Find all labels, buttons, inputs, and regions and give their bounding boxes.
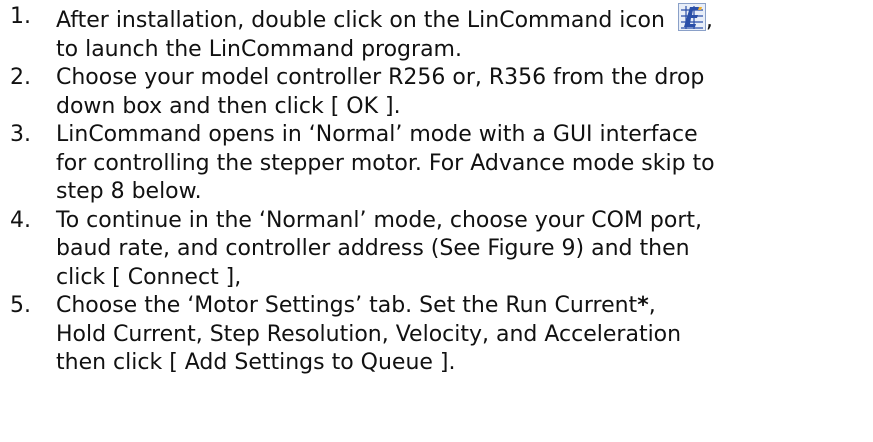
step-text-line: Hold Current, Step Resolution, Velocity,… (56, 321, 682, 347)
footnote-asterisk: * (637, 293, 649, 318)
document-page: 1. After installation, double click on t… (0, 0, 873, 442)
step-number: 1. (10, 4, 31, 29)
step-number: 2. (10, 65, 31, 90)
step-text-line: Choose your model controller R256 or, R3… (56, 65, 705, 90)
instruction-list: 1. After installation, double click on t… (0, 3, 873, 378)
step-number: 5. (10, 293, 31, 318)
step-text-line: After installation, double click on the … (56, 3, 873, 36)
step-text-line: LinCommand opens in ‘Normal’ mode with a… (56, 122, 698, 147)
step-text-line: click [ Connect ], (56, 264, 242, 290)
list-item-step-1: 1. After installation, double click on t… (0, 3, 873, 64)
step-text-line: down box and then click [ OK ]. (56, 93, 401, 119)
list-item-step-3: 3. LinCommand opens in ‘Normal’ mode wit… (0, 121, 873, 207)
lincommand-icon (677, 3, 706, 31)
list-item-step-5: 5. Choose the ‘Motor Settings’ tab. Set … (0, 292, 873, 378)
step-text-line: then click [ Add Settings to Queue ]. (56, 350, 456, 375)
list-item-step-2: 2. Choose your model controller R256 or,… (0, 64, 873, 121)
step-number: 3. (10, 122, 31, 147)
step-text-line: for controlling the stepper motor. For A… (56, 150, 715, 176)
step-text-line: step 8 below. (56, 179, 202, 204)
step-text-line: To continue in the ‘Normanl’ mode, choos… (56, 207, 703, 233)
step-text-line: baud rate, and controller address (See F… (56, 236, 690, 261)
step-text-line: to launch the LinCommand program. (56, 36, 462, 62)
list-item-step-4: 4. To continue in the ‘Normanl’ mode, ch… (0, 207, 873, 293)
step-number: 4. (10, 207, 31, 233)
step-text-line: Choose the ‘Motor Settings’ tab. Set the… (56, 293, 656, 318)
